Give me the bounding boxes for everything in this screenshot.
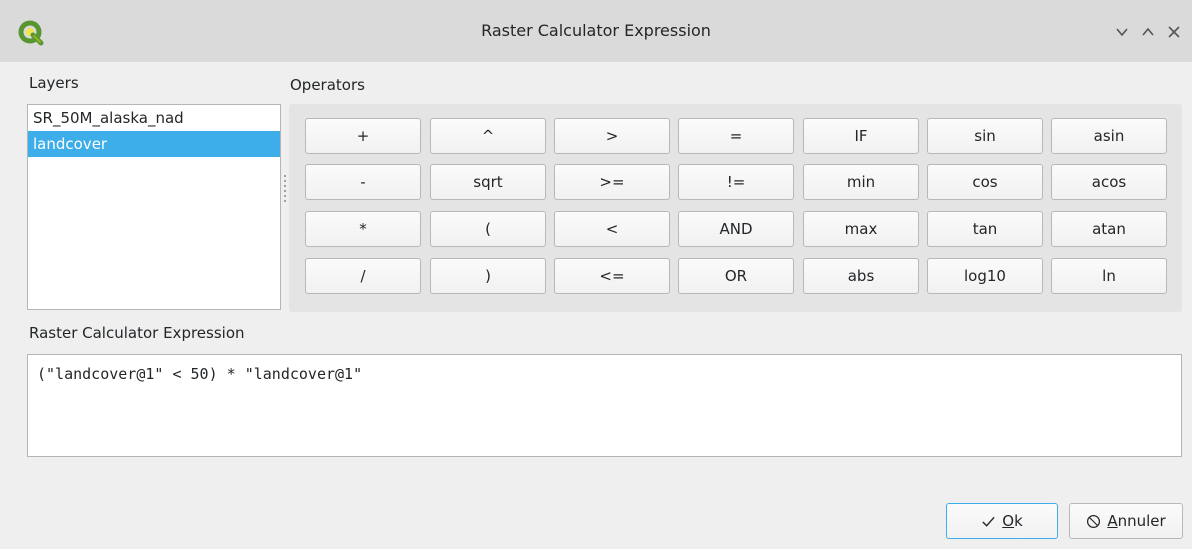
- layers-label: Layers: [29, 74, 79, 92]
- operator-button[interactable]: atan: [1051, 211, 1167, 247]
- operator-button[interactable]: /: [305, 258, 421, 294]
- cancel-button-label: Annuler: [1107, 512, 1166, 530]
- layer-item[interactable]: SR_50M_alaska_nad: [28, 105, 280, 131]
- splitter-handle[interactable]: [284, 175, 286, 203]
- expression-input[interactable]: ("landcover@1" < 50) * "landcover@1": [27, 354, 1182, 457]
- cancel-circle-icon: [1086, 514, 1101, 529]
- operator-button[interactable]: =: [678, 118, 794, 154]
- title-bar: Raster Calculator Expression: [0, 0, 1192, 62]
- cancel-button[interactable]: Annuler: [1069, 503, 1183, 539]
- operator-button[interactable]: !=: [678, 164, 794, 200]
- operator-button[interactable]: log10: [927, 258, 1043, 294]
- operator-button[interactable]: sqrt: [430, 164, 546, 200]
- operator-button[interactable]: ): [430, 258, 546, 294]
- operator-button[interactable]: sin: [927, 118, 1043, 154]
- ok-button[interactable]: Ok: [946, 503, 1058, 539]
- operator-button[interactable]: >: [554, 118, 670, 154]
- operator-button[interactable]: OR: [678, 258, 794, 294]
- ok-button-label: Ok: [1002, 512, 1023, 530]
- operator-button[interactable]: min: [803, 164, 919, 200]
- operator-button[interactable]: IF: [803, 118, 919, 154]
- operator-button[interactable]: asin: [1051, 118, 1167, 154]
- operator-button[interactable]: *: [305, 211, 421, 247]
- maximize-icon[interactable]: [1135, 19, 1161, 45]
- close-icon[interactable]: [1161, 19, 1187, 45]
- operator-button[interactable]: ln: [1051, 258, 1167, 294]
- operator-button[interactable]: acos: [1051, 164, 1167, 200]
- operator-button[interactable]: <: [554, 211, 670, 247]
- operator-button[interactable]: (: [430, 211, 546, 247]
- operator-button[interactable]: -: [305, 164, 421, 200]
- window-title: Raster Calculator Expression: [481, 21, 711, 40]
- operator-button[interactable]: tan: [927, 211, 1043, 247]
- operator-button[interactable]: abs: [803, 258, 919, 294]
- operator-button[interactable]: +: [305, 118, 421, 154]
- minimize-icon[interactable]: [1109, 19, 1135, 45]
- operators-label: Operators: [290, 76, 365, 94]
- operator-button[interactable]: ^: [430, 118, 546, 154]
- operator-button[interactable]: <=: [554, 258, 670, 294]
- operator-button[interactable]: AND: [678, 211, 794, 247]
- operator-button[interactable]: >=: [554, 164, 670, 200]
- expression-label: Raster Calculator Expression: [29, 324, 245, 342]
- operator-button[interactable]: cos: [927, 164, 1043, 200]
- layer-item-selected[interactable]: landcover: [28, 131, 280, 157]
- operator-button[interactable]: max: [803, 211, 919, 247]
- checkmark-icon: [981, 514, 996, 529]
- layers-list[interactable]: SR_50M_alaska_nad landcover: [27, 104, 281, 310]
